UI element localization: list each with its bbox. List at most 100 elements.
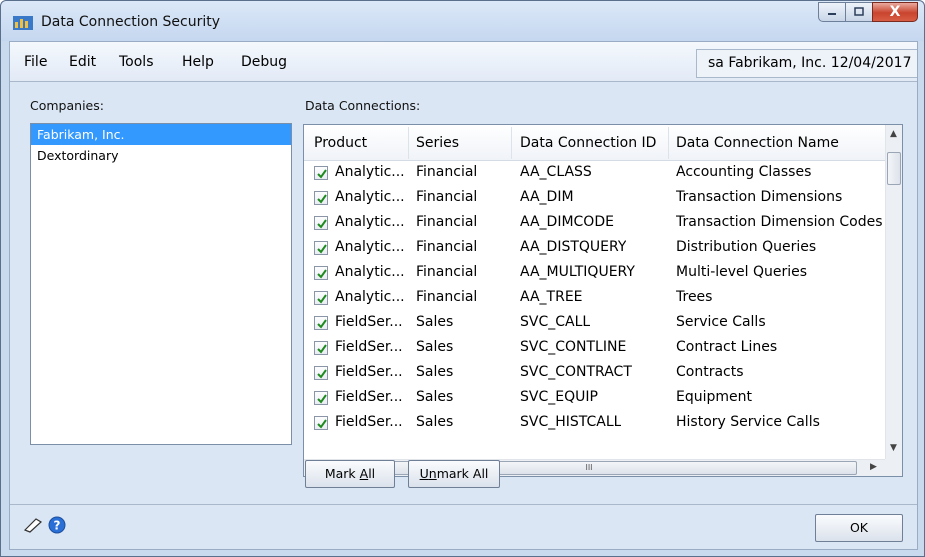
checkmark-icon [317, 394, 327, 404]
row-checkbox[interactable] [314, 241, 328, 255]
cell-series: Financial [416, 239, 478, 255]
table-row[interactable]: FieldSer... Sales SVC_EQUIP Equipment [304, 386, 885, 411]
close-icon: X [889, 4, 901, 20]
scroll-up-icon[interactable]: ▲ [890, 129, 897, 139]
menu-help[interactable]: Help [182, 54, 214, 70]
scroll-right-icon[interactable]: ▶ [870, 462, 877, 472]
checkmark-icon [317, 294, 327, 304]
row-checkbox[interactable] [314, 416, 328, 430]
checkmark-icon [317, 219, 327, 229]
cell-connection-name: Trees [676, 289, 713, 305]
row-checkbox[interactable] [314, 291, 328, 305]
unmark-all-label-post: mark All [436, 466, 489, 481]
cell-connection-id: SVC_CALL [520, 314, 591, 330]
column-divider[interactable] [511, 127, 512, 159]
unmark-all-button[interactable]: Unmark All [408, 460, 500, 488]
window-controls: X [818, 2, 918, 22]
cell-connection-name: Accounting Classes [676, 164, 812, 180]
cell-connection-name: History Service Calls [676, 414, 820, 430]
user-company-date: sa Fabrikam, Inc. 12/04/2017 [696, 49, 917, 78]
row-checkbox[interactable] [314, 366, 328, 380]
grid-rows: Analytic... Financial AA_CLASS Accountin… [304, 161, 885, 460]
menu-debug[interactable]: Debug [241, 54, 287, 70]
column-header-series[interactable]: Series [416, 135, 459, 151]
help-icon[interactable]: ? [48, 516, 66, 534]
note-icon[interactable] [24, 517, 42, 533]
table-row[interactable]: Analytic... Financial AA_MULTIQUERY Mult… [304, 261, 885, 286]
table-row[interactable]: Analytic... Financial AA_DIMCODE Transac… [304, 211, 885, 236]
table-row[interactable]: FieldSer... Sales SVC_CALL Service Calls [304, 311, 885, 336]
cell-product: FieldSer... [335, 389, 403, 405]
row-checkbox[interactable] [314, 166, 328, 180]
column-header-product[interactable]: Product [314, 135, 367, 151]
cell-connection-name: Equipment [676, 389, 752, 405]
table-row[interactable]: Analytic... Financial AA_TREE Trees [304, 286, 885, 311]
footer-divider [10, 504, 917, 505]
maximize-button[interactable] [845, 2, 873, 22]
row-checkbox[interactable] [314, 266, 328, 280]
unmark-all-accelerator-2: n [428, 466, 437, 481]
cell-connection-name: Contract Lines [676, 339, 778, 355]
vertical-scroll-thumb[interactable] [887, 152, 901, 185]
horizontal-scroll-thumb[interactable]: III [321, 461, 857, 475]
table-row[interactable]: Analytic... Financial AA_DIM Transaction… [304, 186, 885, 211]
menu-edit[interactable]: Edit [69, 54, 96, 70]
cell-series: Sales [416, 364, 454, 380]
grid-header: Product Series Data Connection ID Data C… [304, 125, 885, 161]
cell-series: Sales [416, 389, 454, 405]
cell-connection-id: AA_CLASS [520, 164, 592, 180]
column-header-connection-id[interactable]: Data Connection ID [520, 135, 656, 151]
cell-connection-id: AA_MULTIQUERY [520, 264, 635, 280]
checkmark-icon [317, 369, 327, 379]
table-row[interactable]: FieldSer... Sales SVC_CONTLINE Contract … [304, 336, 885, 361]
cell-product: Analytic... [335, 189, 405, 205]
table-row[interactable]: Analytic... Financial AA_CLASS Accountin… [304, 161, 885, 186]
cell-series: Financial [416, 289, 478, 305]
column-divider[interactable] [668, 127, 669, 159]
column-divider[interactable] [408, 127, 409, 159]
row-checkbox[interactable] [314, 391, 328, 405]
checkmark-icon [317, 169, 327, 179]
mark-all-button[interactable]: Mark All [305, 460, 395, 488]
scroll-down-icon[interactable]: ▼ [890, 443, 897, 453]
column-header-connection-name[interactable]: Data Connection Name [676, 135, 839, 151]
company-item-fabrikam[interactable]: Fabrikam, Inc. [31, 124, 291, 145]
minimize-icon [828, 13, 836, 15]
menu-file[interactable]: File [24, 54, 47, 70]
row-checkbox[interactable] [314, 216, 328, 230]
cell-connection-name: Transaction Dimension Codes [676, 214, 883, 230]
cell-product: FieldSer... [335, 314, 403, 330]
data-connections-grid[interactable]: Product Series Data Connection ID Data C… [303, 124, 903, 477]
table-row[interactable]: FieldSer... Sales SVC_CONTRACT Contracts [304, 361, 885, 386]
title-bar[interactable]: Data Connection Security X [1, 1, 924, 41]
close-button[interactable]: X [872, 2, 918, 22]
cell-connection-id: SVC_CONTLINE [520, 339, 627, 355]
checkmark-icon [317, 269, 327, 279]
cell-connection-name: Contracts [676, 364, 744, 380]
cell-series: Financial [416, 264, 478, 280]
vertical-scrollbar[interactable]: ▲ ▼ [885, 125, 902, 459]
cell-product: Analytic... [335, 264, 405, 280]
data-connections-label: Data Connections: [305, 98, 421, 113]
ok-button[interactable]: OK [815, 514, 903, 542]
cell-product: Analytic... [335, 239, 405, 255]
cell-product: Analytic... [335, 214, 405, 230]
row-checkbox[interactable] [314, 341, 328, 355]
minimize-button[interactable] [818, 2, 846, 22]
company-item-dextordinary[interactable]: Dextordinary [31, 145, 291, 166]
cell-series: Financial [416, 164, 478, 180]
cell-connection-name: Distribution Queries [676, 239, 817, 255]
menu-tools[interactable]: Tools [119, 54, 154, 70]
companies-list[interactable]: Fabrikam, Inc. Dextordinary [30, 123, 292, 445]
data-connection-security-window: Data Connection Security X File Edit Too… [0, 0, 925, 557]
mark-all-label-post: ll [368, 466, 376, 481]
cell-connection-id: AA_TREE [520, 289, 583, 305]
row-checkbox[interactable] [314, 191, 328, 205]
cell-product: Analytic... [335, 289, 405, 305]
table-row[interactable]: Analytic... Financial AA_DISTQUERY Distr… [304, 236, 885, 261]
checkmark-icon [317, 319, 327, 329]
row-checkbox[interactable] [314, 316, 328, 330]
svg-text:?: ? [54, 519, 61, 533]
dialog-body: File Edit Tools Help Debug sa Fabrikam, … [9, 41, 918, 550]
table-row[interactable]: FieldSer... Sales SVC_HISTCALL History S… [304, 411, 885, 436]
